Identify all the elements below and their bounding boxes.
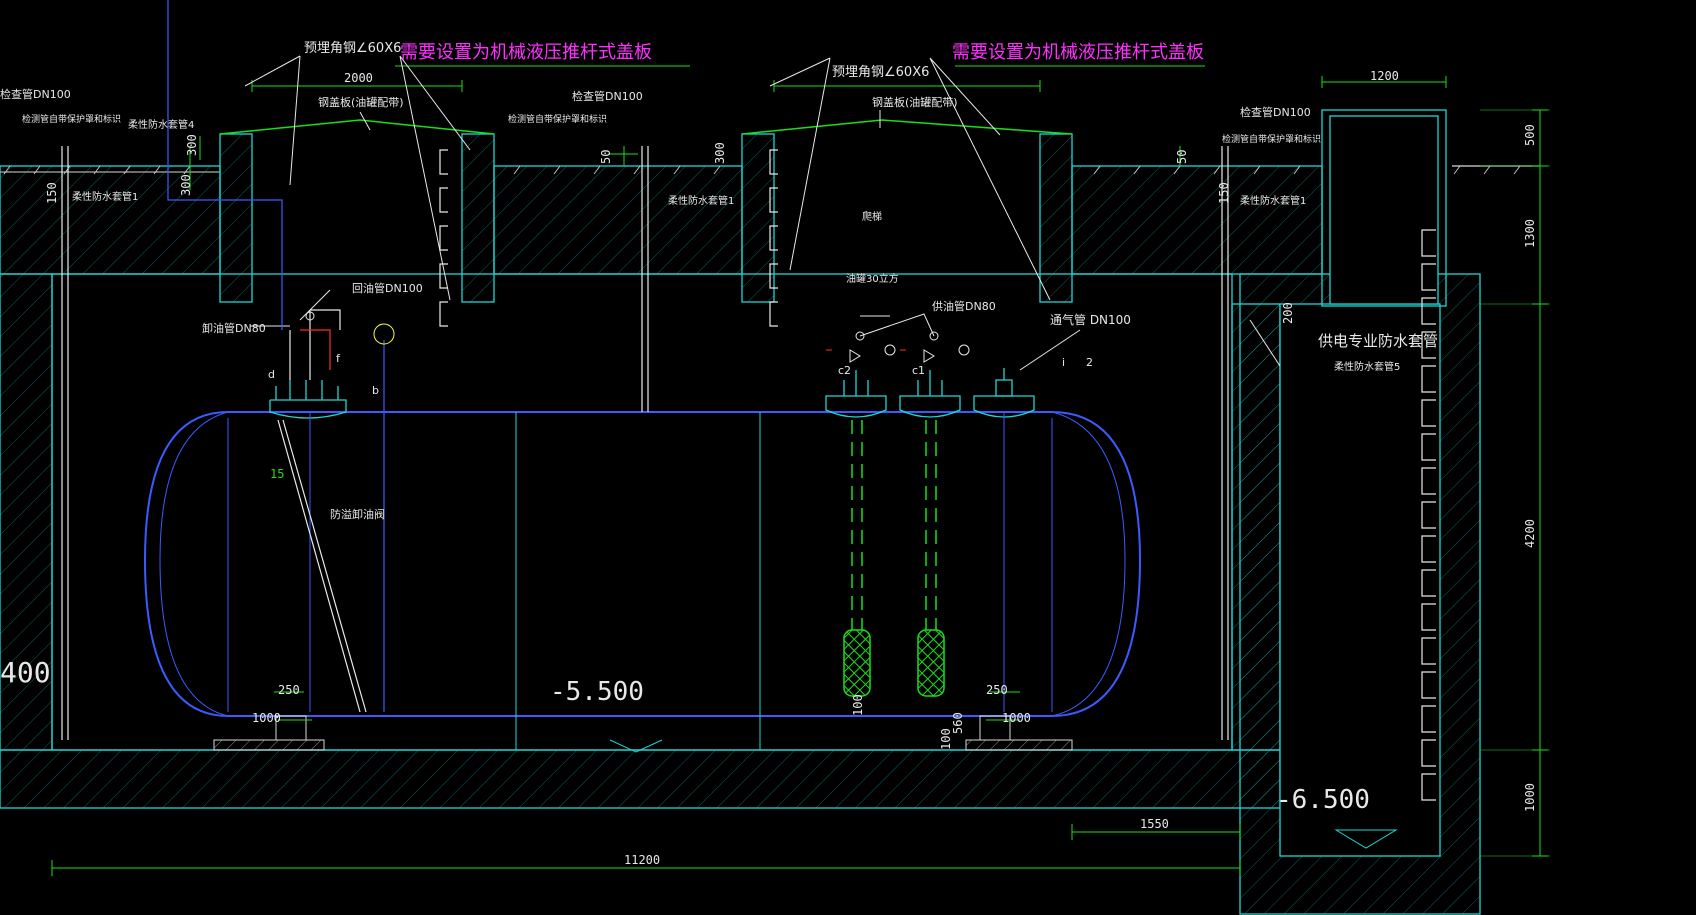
annotation-layer: 需要设置为机械液压推杆式盖板 需要设置为机械液压推杆式盖板 预埋角钢∠60X6 …: [0, 41, 1537, 867]
inspect-note-mid: 检测管自带保护罩和标识: [508, 113, 607, 125]
flex-sleeve-1-a: 柔性防水套管1: [72, 190, 138, 203]
dim-150-b: 150: [1217, 182, 1231, 204]
dim-500: 500: [1523, 124, 1537, 146]
unload-pipe: 卸油管DN80: [202, 321, 266, 335]
dim-1200: 1200: [1370, 69, 1399, 83]
tank-capacity: 油罐30立方: [846, 272, 899, 285]
flex-sleeve-1-c: 柔性防水套管1: [1240, 194, 1306, 207]
ladder-label: 爬梯: [862, 210, 882, 223]
dim-200: 200: [1281, 302, 1295, 324]
dim-300-a: 300: [185, 134, 199, 156]
inspect-pipe-right: 检查管DN100: [1240, 105, 1311, 119]
inspect-note-right: 检测管自带保护罩和标识: [1222, 133, 1321, 145]
dim-300-b: 300: [179, 174, 193, 196]
dim-250-b: 250: [986, 683, 1008, 697]
overflow-valve: 防溢卸油阀: [330, 507, 385, 521]
level-tank-bottom: -5.500: [550, 677, 644, 707]
label-c1: c1: [912, 364, 925, 377]
dim-2000: 2000: [344, 71, 373, 85]
label-i: i: [1062, 356, 1065, 369]
steel-cover-right: 钢盖板(油罐配带): [872, 95, 958, 109]
return-oil-pipe: 回油管DN100: [352, 281, 423, 295]
inspect-pipe-mid: 检查管DN100: [572, 89, 643, 103]
label-2: 2: [1086, 356, 1093, 369]
label-f: f: [336, 352, 341, 365]
power-sleeve: 供电专业防水套管: [1318, 332, 1438, 350]
dim-1000: 1000: [1523, 783, 1537, 812]
label-c2: c2: [838, 364, 851, 377]
dim-1000-b: 1000: [1002, 711, 1031, 725]
dim-400: 400: [0, 656, 51, 689]
dim-1300: 1300: [1523, 219, 1537, 248]
flex-sleeve-4: 柔性防水套管4: [128, 118, 194, 131]
steel-cover-left: 钢盖板(油罐配带): [318, 95, 404, 109]
label-d: d: [268, 368, 275, 381]
dim-50-a: 50: [599, 150, 613, 164]
flex-sleeve-1-b: 柔性防水套管1: [668, 194, 734, 207]
embedded-angle-left: 预埋角钢∠60X6: [304, 41, 401, 56]
dim-1000-a: 1000: [252, 711, 281, 725]
cover-note-right: 需要设置为机械液压推杆式盖板: [952, 42, 1204, 63]
dim-100-a: 100: [851, 694, 865, 716]
dim-250-a: 250: [278, 683, 300, 697]
inspect-far-left: 检测管自带保护罩和标识: [22, 113, 121, 125]
flex-sleeve-5: 柔性防水套管5: [1334, 360, 1400, 373]
level-pit-bottom: -6.500: [1276, 785, 1370, 815]
dim-11200: 11200: [624, 853, 660, 867]
dim-4200: 4200: [1523, 519, 1537, 548]
embedded-angle-right: 预埋角钢∠60X6: [832, 65, 929, 80]
dim-560: 560: [951, 712, 965, 734]
dim-300-c: 300: [713, 142, 727, 164]
cover-note-left: 需要设置为机械液压推杆式盖板: [400, 42, 652, 63]
dim-50-b: 50: [1175, 150, 1189, 164]
dim-150-a: 150: [45, 182, 59, 204]
dim-1550: 1550: [1140, 817, 1169, 831]
oil-supply-pipe: 供油管DN80: [932, 299, 996, 313]
inspect-pipe-left-edge: 检查管DN100: [0, 87, 71, 101]
label-b: b: [372, 384, 379, 397]
vent-pipe: 通气管 DN100: [1050, 312, 1131, 327]
dim-15: 15: [270, 467, 284, 481]
